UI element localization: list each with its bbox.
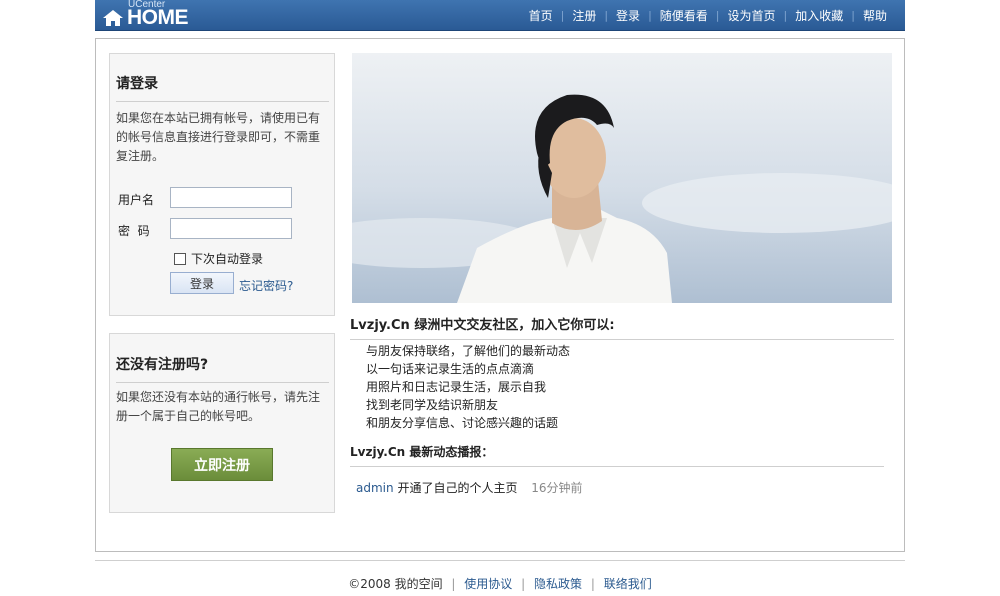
top-header-bar: UCenter HOME 首页 | 注册 | 登录 | 随便看看 | 设为首页 … xyxy=(95,0,905,31)
username-input[interactable] xyxy=(170,187,292,208)
banner-photo xyxy=(352,53,892,303)
site-logo[interactable]: UCenter HOME xyxy=(101,0,201,30)
footer-divider xyxy=(95,560,905,561)
feed-title: Lvzjy.Cn 最新动态播报： xyxy=(350,443,884,467)
top-navigation: 首页 | 注册 | 登录 | 随便看看 | 设为首页 | 加入收藏 | 帮助 xyxy=(521,0,895,30)
password-input[interactable] xyxy=(170,218,292,239)
password-label: 密 码 xyxy=(118,224,150,238)
nav-add-favorite[interactable]: 加入收藏 xyxy=(787,7,851,24)
feature-item: 与朋友保持联络，了解他们的最新动态 xyxy=(366,344,571,358)
nav-register[interactable]: 注册 xyxy=(564,7,604,24)
nav-browse[interactable]: 随便看看 xyxy=(652,7,716,24)
footer-separator: | xyxy=(590,577,595,591)
register-now-button[interactable]: 立即注册 xyxy=(171,448,273,481)
forgot-password-link[interactable]: 忘记密码? xyxy=(239,277,293,294)
nav-help[interactable]: 帮助 xyxy=(855,7,895,24)
feature-list: 与朋友保持联络，了解他们的最新动态 以一句话来记录生活的点点滴滴 用照片和日志记… xyxy=(366,342,570,432)
register-title: 还没有注册吗? xyxy=(116,354,329,383)
feed-user-link[interactable]: admin xyxy=(356,481,394,495)
feature-item: 用照片和日志记录生活，展示自我 xyxy=(366,380,547,394)
footer: ©2008 我的空间 | 使用协议 | 隐私政策 | 联络我们 xyxy=(0,575,1000,592)
login-panel: 请登录 如果您在本站已拥有帐号，请使用已有的帐号信息直接进行登录即可，不需重复注… xyxy=(109,53,335,316)
remember-me-option[interactable]: 下次自动登录 xyxy=(174,250,263,267)
footer-separator: | xyxy=(521,577,526,591)
feature-item: 找到老同学及结识新朋友 xyxy=(366,398,499,412)
register-panel: 还没有注册吗? 如果您还没有本站的通行帐号，请先注册一个属于自己的帐号吧。 立即… xyxy=(109,333,335,513)
nav-login[interactable]: 登录 xyxy=(608,7,648,24)
feed-action: 开通了自己的个人主页 xyxy=(397,481,518,495)
login-button[interactable]: 登录 xyxy=(170,272,234,294)
nav-set-homepage[interactable]: 设为首页 xyxy=(720,7,784,24)
footer-privacy-link[interactable]: 隐私政策 xyxy=(534,577,582,591)
footer-separator: | xyxy=(451,577,456,591)
feature-item: 以一句话来记录生活的点点滴滴 xyxy=(366,362,535,376)
login-description: 如果您在本站已拥有帐号，请使用已有的帐号信息直接进行登录即可，不需重复注册。 xyxy=(116,111,321,163)
footer-copyright: ©2008 我的空间 xyxy=(348,577,443,591)
remember-me-checkbox[interactable] xyxy=(174,252,186,265)
main-content-frame: 请登录 如果您在本站已拥有帐号，请使用已有的帐号信息直接进行登录即可，不需重复注… xyxy=(95,38,905,552)
footer-contact-link[interactable]: 联络我们 xyxy=(604,577,652,591)
username-label: 用户名 xyxy=(118,193,155,207)
register-description: 如果您还没有本站的通行帐号，请先注册一个属于自己的帐号吧。 xyxy=(116,390,321,423)
intro-title: Lvzjy.Cn 绿洲中文交友社区，加入它你可以: xyxy=(350,314,894,340)
feature-item: 和朋友分享信息、讨论感兴趣的话题 xyxy=(366,416,559,430)
footer-terms-link[interactable]: 使用协议 xyxy=(464,577,512,591)
remember-me-label: 下次自动登录 xyxy=(191,252,264,266)
feed-item: admin 开通了自己的个人主页 16分钟前 xyxy=(356,479,583,496)
logo-title: HOME xyxy=(127,6,189,29)
house-icon xyxy=(103,10,123,29)
feed-time: 16分钟前 xyxy=(531,481,583,495)
login-title: 请登录 xyxy=(116,73,329,102)
nav-home[interactable]: 首页 xyxy=(521,7,561,24)
